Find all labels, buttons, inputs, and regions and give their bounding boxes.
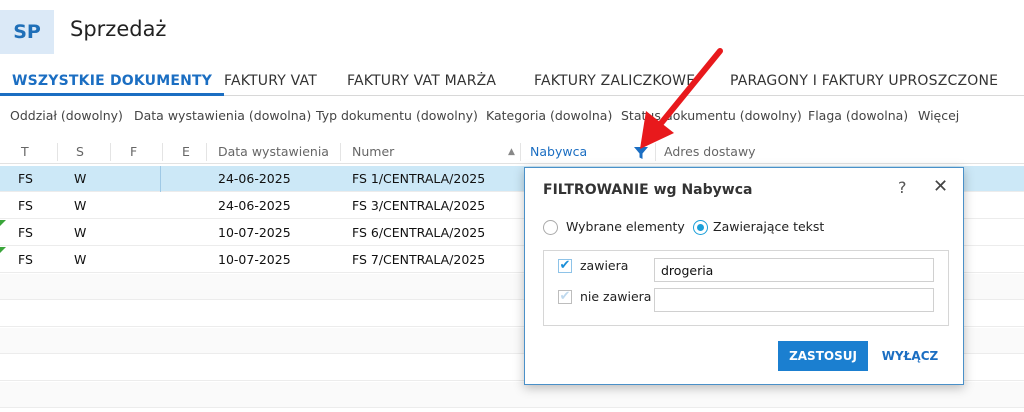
cell-number: FS 6/CENTRALA/2025 (352, 225, 486, 240)
tab-vat-margin-invoices[interactable]: FAKTURY VAT MARŻA (347, 66, 496, 96)
column-buyer[interactable]: Nabywca (530, 140, 587, 164)
column-s[interactable]: S (76, 140, 84, 164)
cell-number: FS 3/CENTRALA/2025 (352, 198, 486, 213)
cell-issue-date: 24-06-2025 (218, 171, 291, 186)
column-divider (162, 143, 163, 161)
sort-asc-icon: ▲ (508, 147, 515, 157)
condition-box: ✔ zawiera ✔ nie zawiera (543, 250, 949, 326)
apply-button[interactable]: ZASTOSUJ (778, 341, 868, 371)
close-icon[interactable]: ✕ (933, 176, 948, 197)
radio-selected-items-label[interactable]: Wybrane elementy (566, 219, 685, 234)
radio-contains-text-label[interactable]: Zawierające tekst (713, 219, 824, 234)
cell-number: FS 1/CENTRALA/2025 (352, 171, 486, 186)
not-contains-checkbox[interactable]: ✔ (558, 290, 572, 304)
filter-dialog: FILTROWANIE wg Nabywca ? ✕ Wybrane eleme… (524, 167, 964, 385)
cell-t: FS (18, 225, 33, 240)
filter-category[interactable]: Kategoria (dowolna) (486, 103, 612, 129)
tab-all-documents[interactable]: WSZYSTKIE DOKUMENTY (0, 66, 225, 96)
column-f[interactable]: F (130, 140, 137, 164)
contains-input[interactable] (654, 258, 934, 282)
tab-receipts[interactable]: PARAGONY I FAKTURY UPROSZCZONE (730, 66, 998, 96)
cell-issue-date: 10-07-2025 (218, 225, 291, 240)
cell-t: FS (18, 171, 33, 186)
column-divider (520, 143, 521, 161)
column-divider (206, 143, 207, 161)
column-issue-date[interactable]: Data wystawienia (218, 140, 329, 164)
filter-more[interactable]: Więcej (918, 103, 959, 129)
column-number[interactable]: Numer (352, 140, 394, 164)
filter-branch[interactable]: Oddział (dowolny) (10, 103, 123, 129)
cell-s: W (74, 225, 87, 240)
radio-contains-text[interactable] (693, 220, 708, 235)
help-icon[interactable]: ? (898, 178, 907, 197)
column-divider (110, 143, 111, 161)
document-tabs: WSZYSTKIE DOKUMENTY FAKTURY VAT FAKTURY … (0, 66, 1024, 96)
column-e[interactable]: E (182, 140, 190, 164)
filter-document-type[interactable]: Typ dokumentu (dowolny) (316, 103, 478, 129)
page-title: Sprzedaż (70, 17, 167, 41)
column-divider (57, 143, 58, 161)
row-divider (160, 166, 161, 192)
column-t[interactable]: T (21, 140, 29, 164)
contains-label: zawiera (580, 258, 629, 273)
filter-bar: Oddział (dowolny) Data wystawienia (dowo… (0, 103, 1024, 129)
not-contains-label: nie zawiera (580, 289, 652, 304)
empty-row (0, 382, 1024, 408)
cell-t: FS (18, 252, 33, 267)
cell-t: FS (18, 198, 33, 213)
tab-vat-invoices[interactable]: FAKTURY VAT (224, 66, 317, 96)
annotation-arrow-icon (640, 48, 723, 149)
filter-mode-group: Wybrane elementy Zawierające tekst (543, 218, 943, 238)
filter-flag[interactable]: Flaga (dowolna) (808, 103, 908, 129)
new-document-marker (0, 247, 6, 253)
disable-button[interactable]: WYŁĄCZ (877, 341, 943, 371)
cell-issue-date: 24-06-2025 (218, 198, 291, 213)
cell-s: W (74, 252, 87, 267)
cell-s: W (74, 198, 87, 213)
cell-s: W (74, 171, 87, 186)
contains-checkbox[interactable]: ✔ (558, 259, 572, 273)
new-document-marker (0, 220, 6, 226)
table-header: T S F E Data wystawienia Numer ▲ Nabywca… (0, 140, 1024, 164)
column-divider (340, 143, 341, 161)
cell-number: FS 7/CENTRALA/2025 (352, 252, 486, 267)
not-contains-input[interactable] (654, 288, 934, 312)
app-header: SP Sprzedaż (0, 0, 1024, 64)
cell-issue-date: 10-07-2025 (218, 252, 291, 267)
app-badge: SP (0, 10, 54, 54)
dialog-title: FILTROWANIE wg Nabywca (543, 182, 753, 198)
filter-issue-date[interactable]: Data wystawienia (dowolna) (134, 103, 311, 129)
radio-selected-items[interactable] (543, 220, 558, 235)
